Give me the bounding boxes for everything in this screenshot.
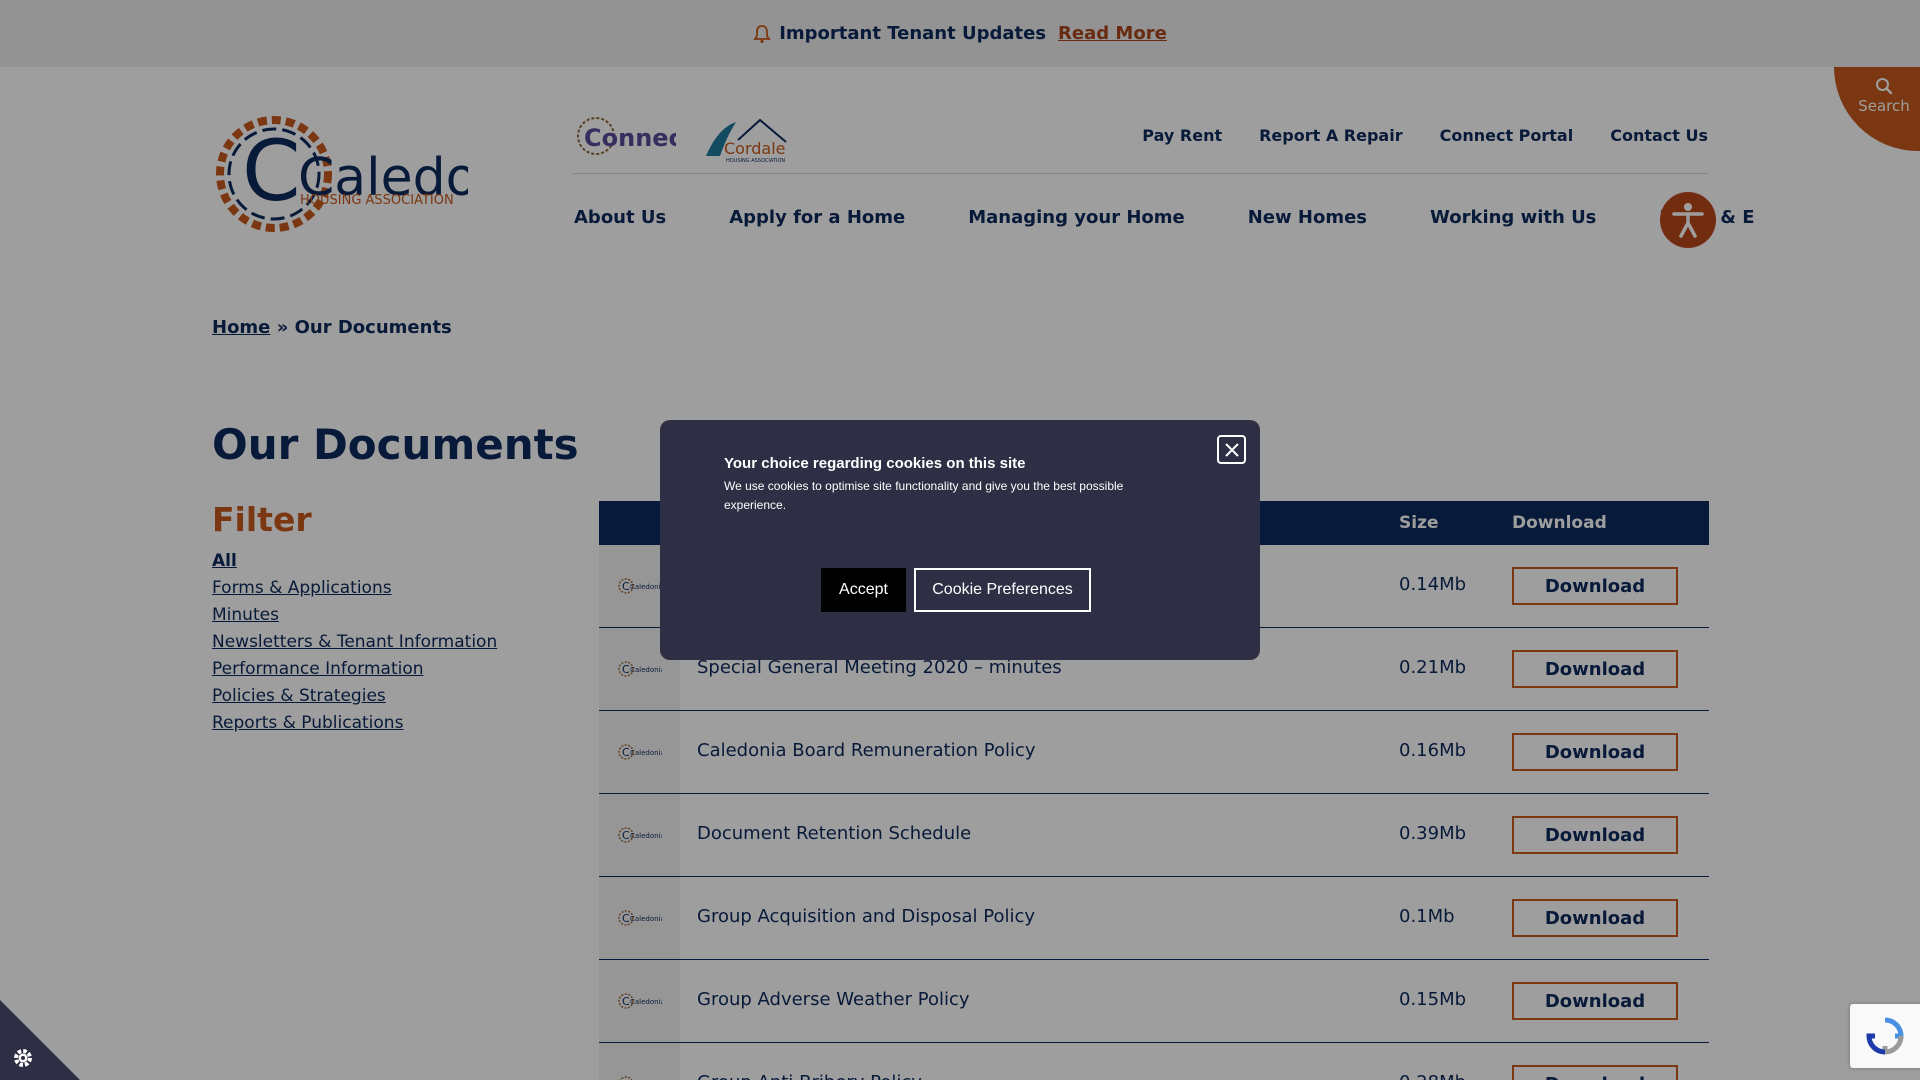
recaptcha-badge[interactable] [1850, 1004, 1920, 1068]
recaptcha-icon [1866, 1017, 1904, 1055]
gear-icon [14, 1049, 32, 1067]
cookie-title: Your choice regarding cookies on this si… [724, 455, 1026, 472]
cookie-accept-button[interactable]: Accept [821, 568, 906, 612]
cookie-consent-dialog: Your choice regarding cookies on this si… [660, 420, 1260, 660]
cookie-close-button[interactable] [1217, 435, 1246, 464]
cookie-preferences-button[interactable]: Cookie Preferences [914, 568, 1091, 612]
cookie-text: We use cookies to optimise site function… [724, 479, 1124, 512]
close-icon [1224, 442, 1239, 457]
